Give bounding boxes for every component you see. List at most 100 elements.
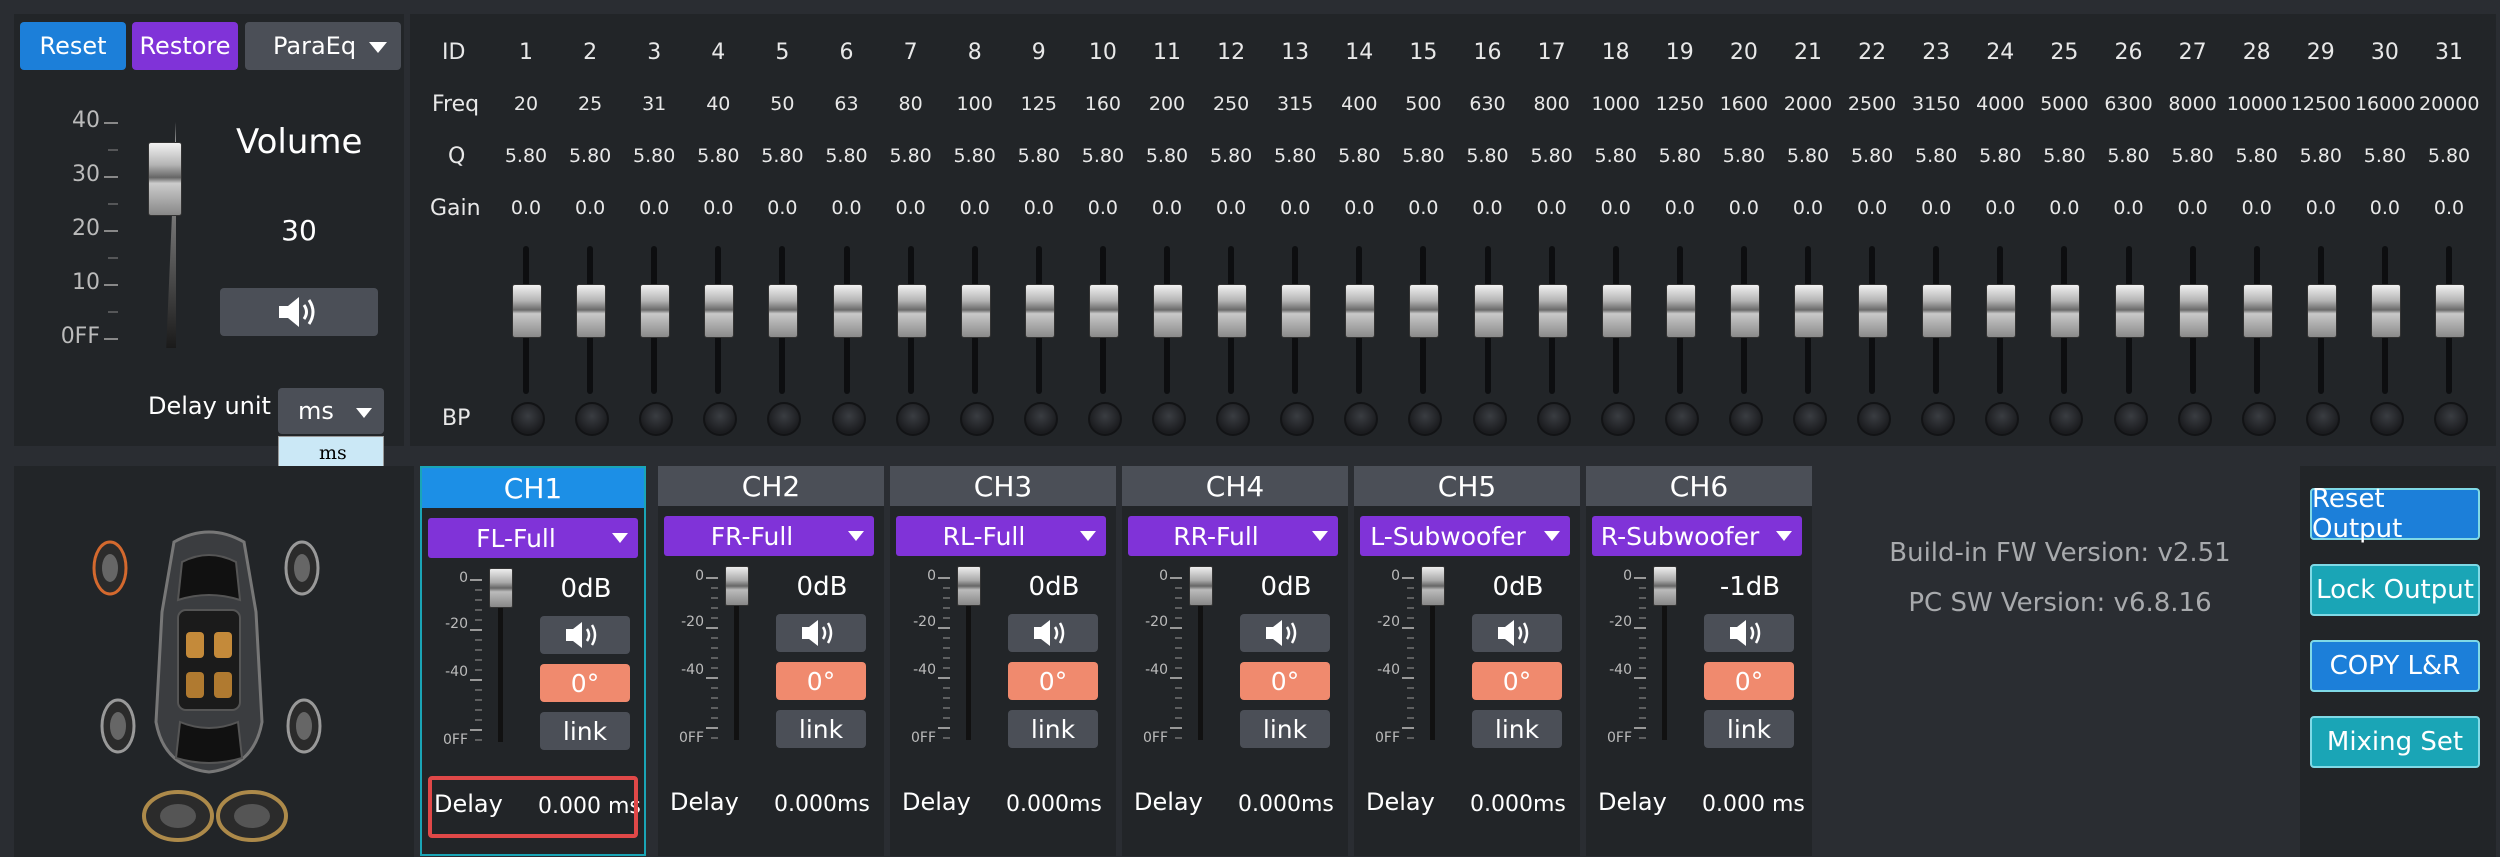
eq-band-bypass-button[interactable] [1921, 402, 1956, 436]
channel-output-select[interactable]: L-Subwoofer [1360, 516, 1570, 556]
volume-mute-button[interactable] [220, 288, 378, 336]
channel-phase-button[interactable]: 0° [776, 662, 866, 700]
channel-title[interactable]: CH2 [658, 466, 884, 506]
eq-band-bypass-button[interactable] [1408, 402, 1443, 436]
eq-band-freq[interactable]: 500 [1393, 93, 1453, 115]
eq-band-gain[interactable]: 0.0 [1393, 197, 1453, 219]
volume-slider-knob[interactable] [148, 142, 182, 216]
eq-band-gain[interactable]: 0.0 [1906, 197, 1966, 219]
channel-gain-slider-knob[interactable] [1189, 566, 1213, 606]
eq-band-gain[interactable]: 0.0 [1522, 197, 1582, 219]
eq-band-slider-knob[interactable] [2242, 284, 2273, 338]
eq-band-gain[interactable]: 0.0 [1201, 197, 1261, 219]
channel-phase-button[interactable]: 0° [1704, 662, 1794, 700]
eq-band-bypass-button[interactable] [2434, 402, 2468, 436]
eq-band-freq[interactable]: 200 [1137, 93, 1197, 115]
eq-band-slider-knob[interactable] [1986, 284, 2017, 338]
eq-band-bypass-button[interactable] [2305, 402, 2340, 436]
delay-unit-option[interactable]: ms [279, 437, 383, 469]
eq-band-q[interactable]: 5.80 [1842, 145, 1902, 167]
eq-band-freq[interactable]: 80 [881, 93, 941, 115]
eq-band-bypass-button[interactable] [1985, 402, 2020, 436]
eq-band-freq[interactable]: 25 [560, 93, 620, 115]
channel-title[interactable]: CH5 [1354, 466, 1580, 506]
eq-band-gain[interactable]: 0.0 [1265, 197, 1325, 219]
eq-band-gain[interactable]: 0.0 [624, 197, 684, 219]
eq-band-q[interactable]: 5.80 [496, 145, 556, 167]
eq-band-q[interactable]: 5.80 [1714, 145, 1774, 167]
eq-band-freq[interactable]: 1000 [1586, 93, 1646, 115]
eq-band-bypass-button[interactable] [831, 402, 866, 436]
eq-band-slider-knob[interactable] [960, 284, 991, 338]
eq-band-slider-knob[interactable] [1024, 284, 1055, 338]
eq-band-freq[interactable]: 315 [1265, 93, 1325, 115]
eq-band-slider-knob[interactable] [896, 284, 927, 338]
channel-card-ch1[interactable]: CH1FL-Full0-20-40-600FF0dB0°linkDelay0.0… [420, 466, 646, 856]
channel-link-button[interactable]: link [540, 712, 630, 750]
eq-band-bypass-button[interactable] [895, 402, 930, 436]
eq-band-gain[interactable]: 0.0 [688, 197, 748, 219]
eq-band-bypass-button[interactable] [1600, 402, 1635, 436]
eq-band-bypass-button[interactable] [959, 402, 994, 436]
eq-band-bypass-button[interactable] [1216, 402, 1251, 436]
subwoofer-icon[interactable] [142, 788, 288, 844]
eq-band-freq[interactable]: 20 [496, 93, 556, 115]
channel-gain-slider-knob[interactable] [489, 568, 513, 608]
eq-band-bypass-button[interactable] [1152, 402, 1186, 436]
eq-band-bypass-button[interactable] [1664, 402, 1699, 436]
eq-band-gain[interactable]: 0.0 [1009, 197, 1069, 219]
eq-band-bypass-button[interactable] [1280, 402, 1315, 436]
eq-band-bypass-button[interactable] [703, 402, 738, 436]
eq-band-gain[interactable]: 0.0 [1842, 197, 1902, 219]
eq-band-slider-knob[interactable] [1345, 284, 1376, 338]
channel-mute-button[interactable] [776, 614, 866, 652]
eq-band-bypass-button[interactable] [2049, 402, 2084, 436]
channel-output-select[interactable]: RL-Full [896, 516, 1106, 556]
eq-band-gain[interactable]: 0.0 [2034, 197, 2094, 219]
eq-band-bypass-button[interactable] [1793, 402, 1827, 436]
channel-link-button[interactable]: link [1472, 710, 1562, 748]
channel-delay-value[interactable]: 0.000ms [1006, 792, 1102, 817]
eq-band-slider-knob[interactable] [1665, 284, 1696, 338]
eq-band-gain[interactable]: 0.0 [1586, 197, 1646, 219]
eq-band-q[interactable]: 5.80 [1586, 145, 1646, 167]
copy-lr-button[interactable]: COPY L&R [2310, 640, 2480, 692]
eq-band-slider-knob[interactable] [2050, 284, 2081, 338]
mixing-set-button[interactable]: Mixing Set [2310, 716, 2480, 768]
eq-band-q[interactable]: 5.80 [1329, 145, 1389, 167]
eq-band-q[interactable]: 5.80 [2291, 145, 2351, 167]
eq-band-freq[interactable]: 250 [1201, 93, 1261, 115]
channel-output-select[interactable]: RR-Full [1128, 516, 1338, 556]
eq-band-freq[interactable]: 3150 [1906, 93, 1966, 115]
channel-title[interactable]: CH1 [422, 468, 644, 508]
eq-band-gain[interactable]: 0.0 [2355, 197, 2415, 219]
channel-mute-button[interactable] [1704, 614, 1794, 652]
eq-band-q[interactable]: 5.80 [1201, 145, 1261, 167]
eq-band-slider-knob[interactable] [1858, 284, 1889, 338]
eq-band-gain[interactable]: 0.0 [817, 197, 877, 219]
eq-band-freq[interactable]: 125 [1009, 93, 1069, 115]
eq-band-q[interactable]: 5.80 [1650, 145, 1710, 167]
eq-band-gain[interactable]: 0.0 [1650, 197, 1710, 219]
eq-band-freq[interactable]: 400 [1329, 93, 1389, 115]
channel-mute-button[interactable] [1008, 614, 1098, 652]
channel-delay-value[interactable]: 0.000ms [1238, 792, 1334, 817]
eq-band-q[interactable]: 5.80 [1009, 145, 1069, 167]
channel-card-ch5[interactable]: CH5L-Subwoofer0-20-40-600FF0dB0°linkDela… [1354, 466, 1580, 856]
eq-band-slider-knob[interactable] [832, 284, 863, 338]
eq-band-gain[interactable]: 0.0 [1073, 197, 1133, 219]
eq-band-bypass-button[interactable] [2369, 402, 2404, 436]
eq-band-q[interactable]: 5.80 [945, 145, 1005, 167]
eq-band-slider-knob[interactable] [704, 284, 735, 338]
eq-band-q[interactable]: 5.80 [2419, 145, 2479, 167]
channel-delay-value[interactable]: 0.000ms [774, 792, 870, 817]
channel-gain-slider-knob[interactable] [725, 566, 749, 606]
eq-band-freq[interactable]: 1250 [1650, 93, 1710, 115]
eq-band-q[interactable]: 5.80 [560, 145, 620, 167]
eq-band-gain[interactable]: 0.0 [2227, 197, 2287, 219]
volume-slider[interactable] [148, 122, 193, 348]
eq-band-freq[interactable]: 4000 [1970, 93, 2030, 115]
speaker-rr-icon[interactable] [284, 696, 324, 756]
eq-band-bypass-button[interactable] [2113, 402, 2148, 436]
channel-mute-button[interactable] [1472, 614, 1562, 652]
